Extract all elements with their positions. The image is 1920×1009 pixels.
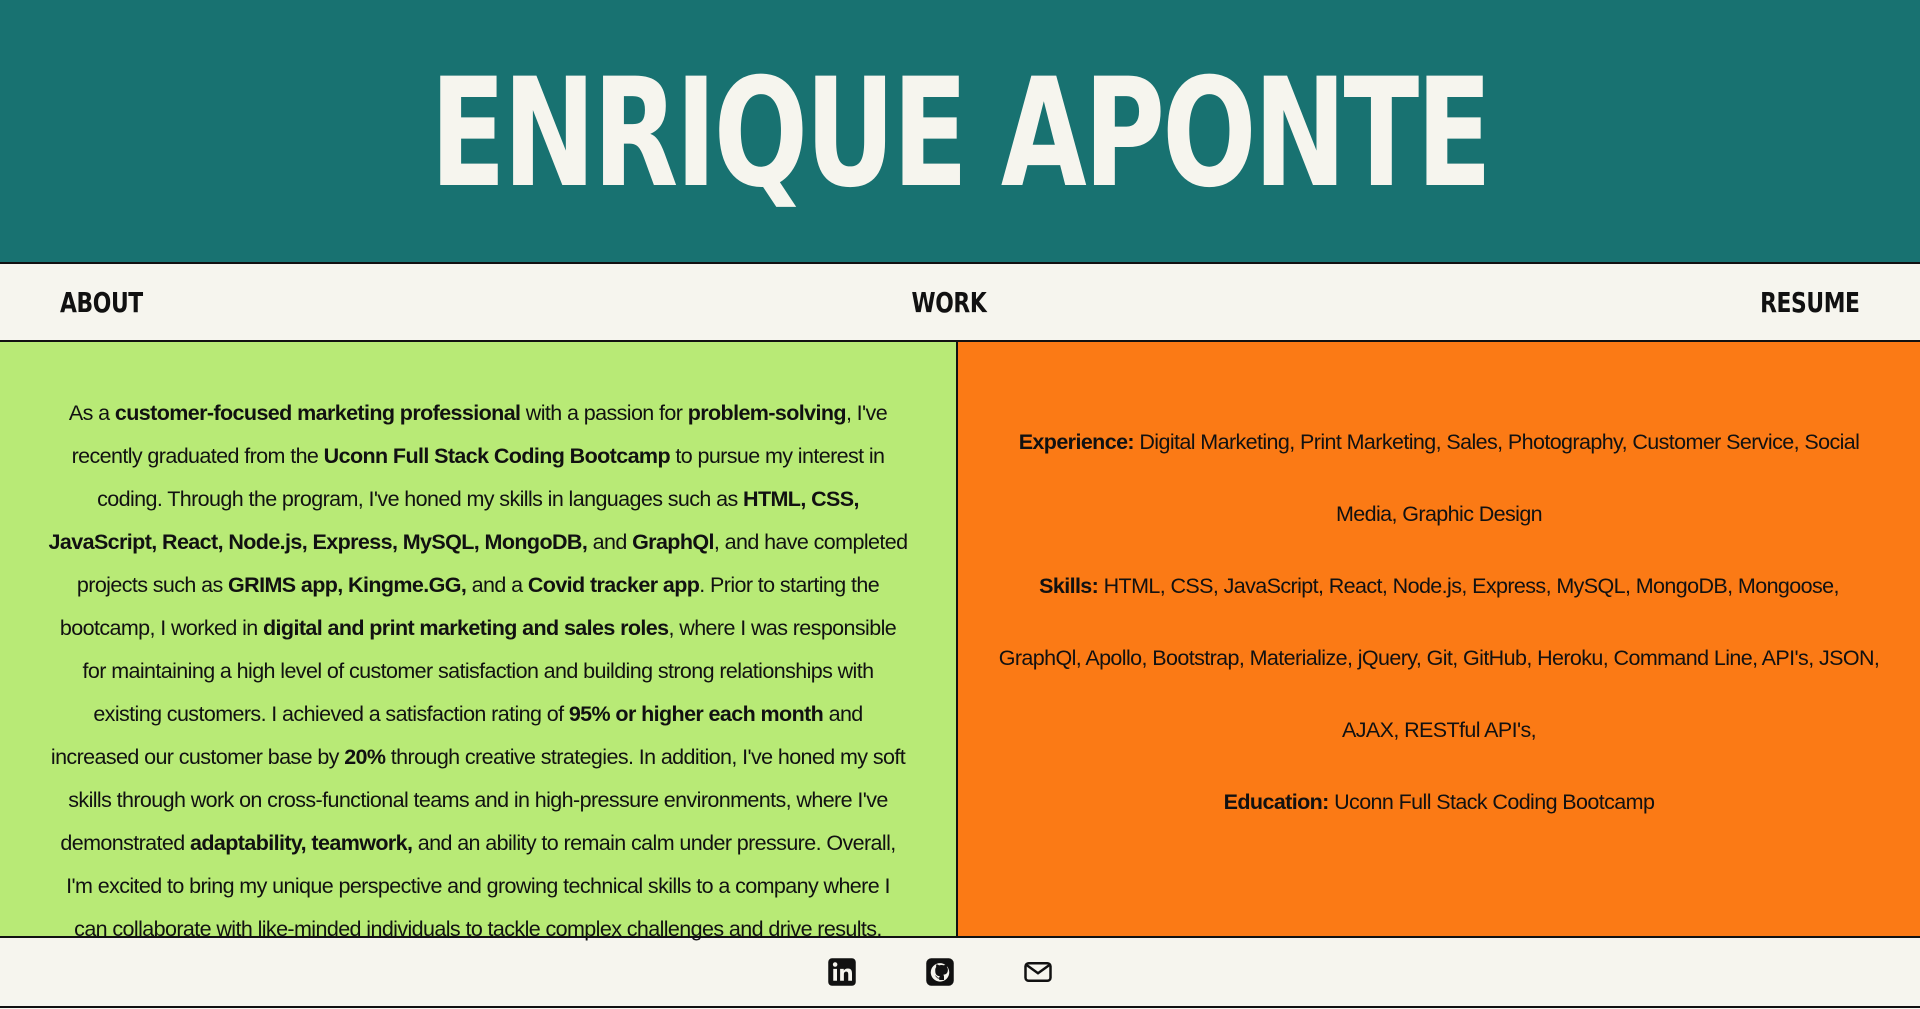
education-line: Education: Uconn Full Stack Coding Bootc… <box>998 766 1880 838</box>
about-text-segment: with a passion for <box>520 401 688 425</box>
github-icon[interactable] <box>925 957 955 987</box>
site-title: ENRIQUE APONTE <box>430 47 1492 221</box>
experience-value: Digital Marketing, Print Marketing, Sale… <box>1133 430 1860 526</box>
skills-value: HTML, CSS, JavaScript, React, Node.js, E… <box>998 574 1880 742</box>
about-highlight: Covid tracker app <box>527 573 700 597</box>
about-highlight: digital and print marketing and sales ro… <box>263 616 669 640</box>
experience-line: Experience: Digital Marketing, Print Mar… <box>998 406 1880 550</box>
about-text-segment: and a <box>466 573 528 597</box>
about-text-segment: As a <box>68 401 115 425</box>
education-label: Education: <box>1223 790 1330 814</box>
about-highlight: GraphQl <box>632 530 714 554</box>
about-text-segment: and <box>587 530 633 554</box>
about-paragraph: As a customer-focused marketing professi… <box>48 392 909 951</box>
about-highlight: 20% <box>344 745 386 769</box>
about-highlight: GRIMS app, Kingme.GG, <box>228 573 467 597</box>
nav-work-link[interactable]: WORK <box>912 286 987 319</box>
about-highlight: customer-focused marketing professional <box>114 401 521 425</box>
experience-label: Experience: <box>1018 430 1135 454</box>
site-header: ENRIQUE APONTE <box>0 0 1920 264</box>
resume-panel: Experience: Digital Marketing, Print Mar… <box>958 342 1920 936</box>
nav-about-link[interactable]: ABOUT <box>60 286 143 319</box>
skills-label: Skills: <box>1039 574 1099 598</box>
education-value: Uconn Full Stack Coding Bootcamp <box>1328 790 1655 814</box>
about-panel: As a customer-focused marketing professi… <box>0 342 958 941</box>
about-highlight: adaptability, teamwork, <box>190 831 413 855</box>
skills-line: Skills: HTML, CSS, JavaScript, React, No… <box>998 550 1880 766</box>
main-content: As a customer-focused marketing professi… <box>0 342 1920 941</box>
nav-bar: ABOUT WORK RESUME <box>0 264 1920 342</box>
nav-resume-link[interactable]: RESUME <box>1760 286 1860 319</box>
about-highlight: problem-solving <box>687 401 847 425</box>
about-highlight: Uconn Full Stack Coding Bootcamp <box>323 444 671 468</box>
about-highlight: 95% or higher each month <box>568 702 824 726</box>
linkedin-icon[interactable] <box>827 957 857 987</box>
email-icon[interactable] <box>1023 957 1053 987</box>
